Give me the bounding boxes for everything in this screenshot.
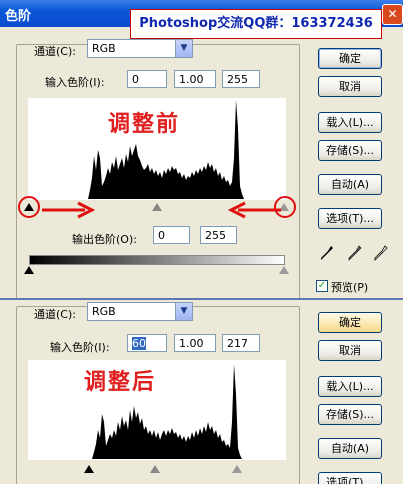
preview-label: 预览(P) (331, 281, 369, 294)
output-black-slider[interactable] (24, 266, 34, 274)
cancel-button[interactable]: 取消 (318, 76, 382, 97)
histogram (28, 360, 286, 460)
ok-button[interactable]: 确定 (318, 48, 382, 69)
annotation-after: 调整后 (84, 369, 157, 395)
input-black-field[interactable]: 0 (127, 70, 167, 88)
watermark-banner: Photoshop交流QQ群：163372436 (130, 9, 382, 39)
window-title: 色阶 (5, 9, 32, 24)
options-button[interactable]: 选项(T)... (318, 472, 382, 484)
channel-select[interactable]: RGB ▼ (87, 39, 193, 58)
red-arrow-icon (228, 201, 281, 219)
load-button[interactable]: 载入(L)... (318, 376, 382, 397)
input-white-slider[interactable] (232, 465, 242, 473)
input-black-slider[interactable] (84, 465, 94, 473)
red-arrow-icon (42, 201, 95, 219)
save-button[interactable]: 存储(S)... (318, 140, 382, 161)
output-levels-label: 输出色阶(O): (72, 233, 137, 246)
input-gamma-field[interactable]: 1.00 (174, 334, 216, 352)
black-eyedropper-icon[interactable] (320, 245, 334, 261)
channel-value: RGB (92, 42, 116, 55)
preview-checkbox[interactable]: ✓ (316, 280, 328, 292)
chevron-down-icon[interactable]: ▼ (175, 303, 192, 320)
highlight-circle-black (18, 196, 40, 218)
white-eyedropper-icon[interactable] (374, 245, 388, 261)
output-white-field[interactable]: 255 (200, 226, 237, 244)
input-levels-label: 输入色阶(I): (45, 76, 105, 89)
output-gradient (29, 255, 285, 265)
input-black-value: 60 (132, 337, 146, 350)
cancel-button[interactable]: 取消 (318, 340, 382, 361)
gray-eyedropper-icon[interactable] (348, 245, 362, 261)
annotation-before: 调整前 (108, 111, 181, 137)
input-levels-label: 输入色阶(I): (50, 341, 110, 354)
channel-value: RGB (92, 305, 116, 318)
save-button[interactable]: 存储(S)... (318, 404, 382, 425)
channel-select[interactable]: RGB ▼ (87, 302, 193, 321)
histogram-graph (92, 364, 242, 459)
channel-label: 通道(C): (34, 45, 76, 58)
ok-button[interactable]: 确定 (318, 312, 382, 333)
input-gray-slider[interactable] (150, 465, 160, 473)
output-white-slider[interactable] (279, 266, 289, 274)
input-gamma-field[interactable]: 1.00 (174, 70, 216, 88)
levels-dialog-before: 色阶 ✕ Photoshop交流QQ群：163372436 通道(C): RGB… (0, 0, 403, 298)
auto-button[interactable]: 自动(A) (318, 438, 382, 459)
levels-dialog-after: 通道(C): RGB ▼ 输入色阶(I): 60 1.00 217 调整后 确定… (0, 298, 403, 484)
input-white-field[interactable]: 255 (222, 70, 260, 88)
channel-label: 通道(C): (34, 308, 76, 321)
input-gray-slider[interactable] (152, 203, 162, 211)
input-white-field[interactable]: 217 (222, 334, 260, 352)
load-button[interactable]: 载入(L)... (318, 112, 382, 133)
close-icon[interactable]: ✕ (382, 4, 403, 25)
options-button[interactable]: 选项(T)... (318, 208, 382, 229)
input-black-field[interactable]: 60 (127, 334, 167, 352)
chevron-down-icon[interactable]: ▼ (175, 40, 192, 57)
output-black-field[interactable]: 0 (153, 226, 190, 244)
auto-button[interactable]: 自动(A) (318, 174, 382, 195)
